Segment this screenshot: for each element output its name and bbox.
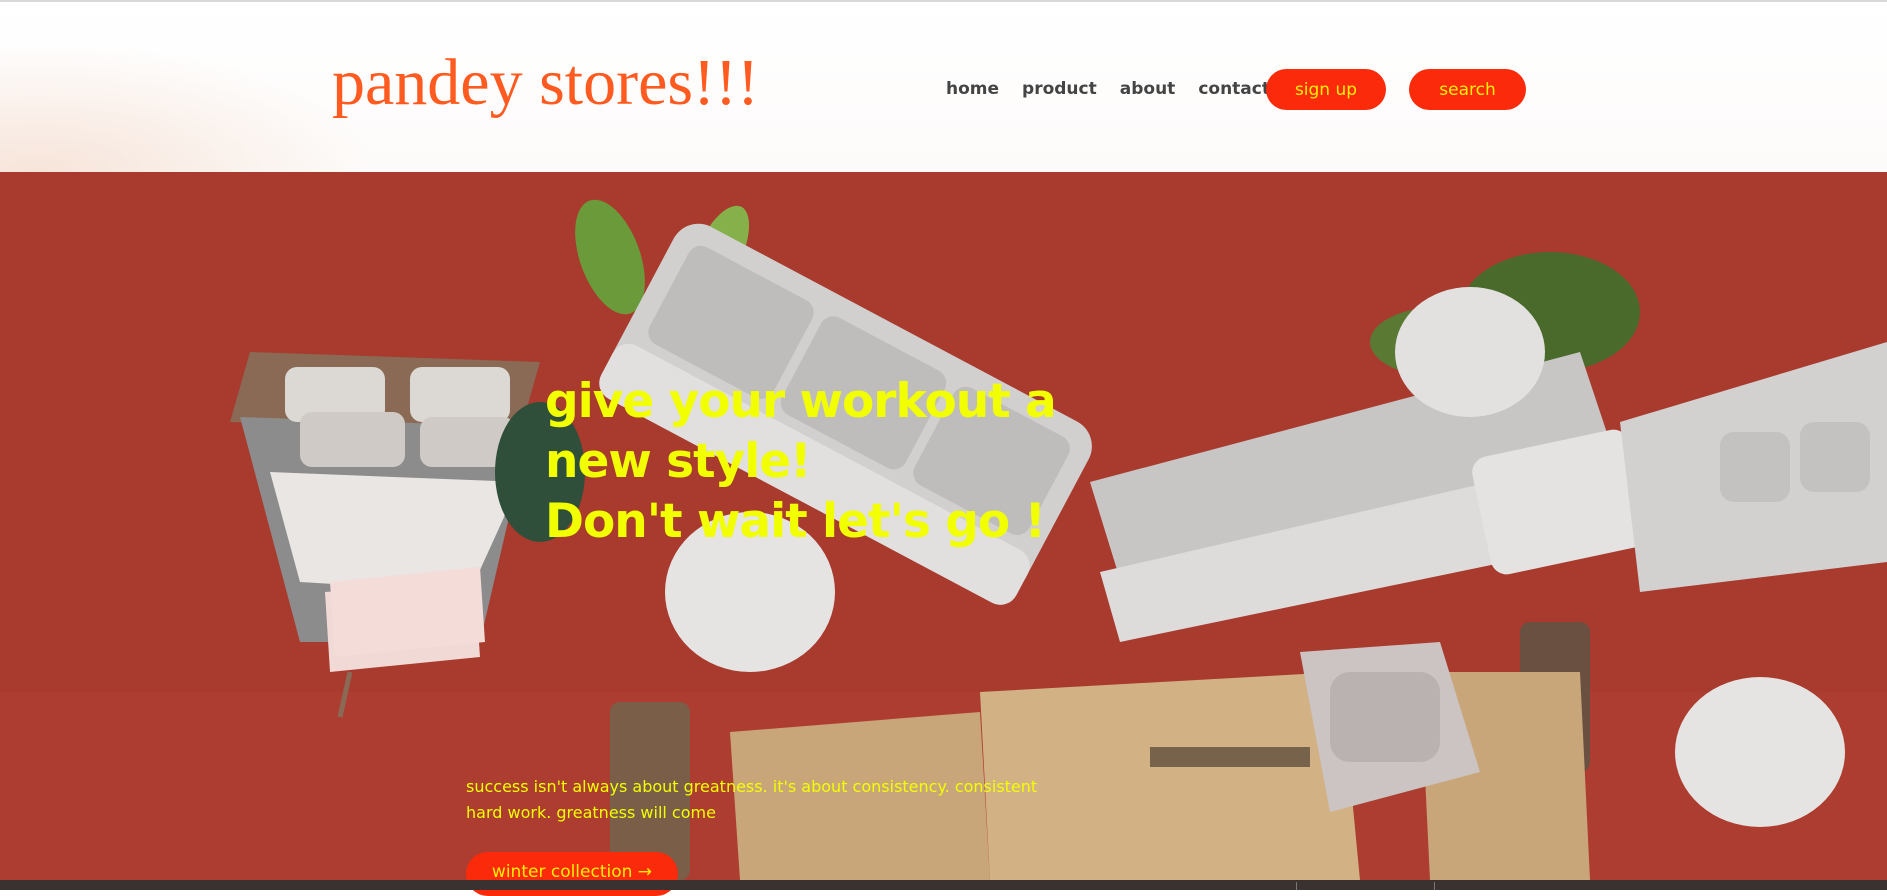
nav-product-link[interactable]: product — [1022, 78, 1097, 100]
headline-line-2: new style! — [545, 434, 812, 489]
bottom-bar-divider — [1434, 882, 1435, 890]
bottom-bar-divider — [1296, 882, 1297, 890]
site-logo[interactable]: pandey stores!!! — [332, 50, 759, 116]
header-glow — [0, 42, 380, 172]
nav-contact-link[interactable]: contact — [1198, 78, 1270, 100]
site-header: pandey stores!!! home product about cont… — [0, 2, 1887, 172]
long-sofa-illustration — [1090, 352, 1650, 642]
main-nav: home product about contact — [946, 78, 1293, 100]
search-button[interactable]: search — [1409, 69, 1526, 110]
sign-up-button[interactable]: sign up — [1266, 69, 1386, 110]
headline-line-3: Don't wait let's go ! — [545, 494, 1046, 549]
right-sofa-illustration — [1620, 342, 1887, 592]
nav-home-link[interactable]: home — [946, 78, 999, 100]
nav-about-link[interactable]: about — [1120, 78, 1176, 100]
bottom-bar — [0, 880, 1887, 890]
bed-illustration — [230, 352, 540, 718]
hero-headline: give your workout a new style! Don't wai… — [545, 372, 1105, 552]
nightstand-illustration — [330, 567, 485, 657]
hero-tagline: success isn't always about greatness. it… — [466, 777, 1038, 822]
headline-line-1: give your workout a — [545, 374, 1057, 429]
